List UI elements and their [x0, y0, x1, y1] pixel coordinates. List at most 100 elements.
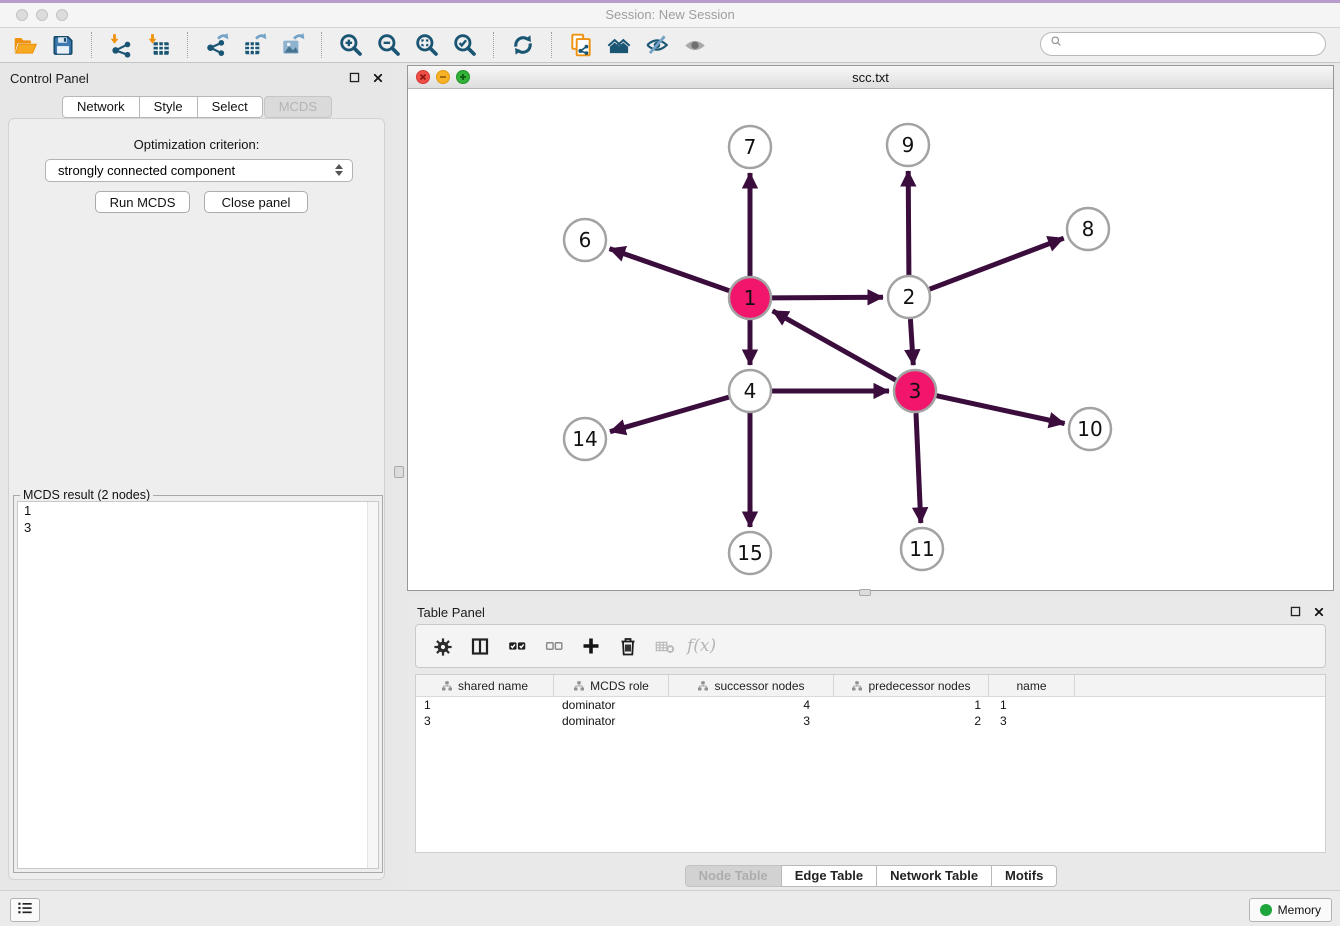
- mac-titlebar: Session: New Session: [0, 3, 1340, 28]
- run-mcds-button[interactable]: Run MCDS: [95, 191, 190, 213]
- hide-annotations-icon[interactable]: [638, 29, 676, 61]
- table-row[interactable]: 1dominator411: [416, 697, 1325, 713]
- close-panel-icon[interactable]: [370, 70, 385, 85]
- gear-icon[interactable]: [424, 629, 461, 663]
- node-1[interactable]: 1: [729, 277, 771, 319]
- table-cell[interactable]: 2: [834, 714, 989, 728]
- column-header-shared-name[interactable]: shared name: [416, 675, 554, 696]
- delete-row-icon[interactable]: [609, 629, 646, 663]
- select-all-icon[interactable]: [498, 629, 535, 663]
- node-10[interactable]: 10: [1069, 408, 1111, 450]
- tab-motifs[interactable]: Motifs: [991, 865, 1057, 887]
- export-network-icon[interactable]: [198, 29, 236, 61]
- search-input[interactable]: [1068, 34, 1325, 54]
- mcds-result-list[interactable]: 13: [17, 501, 379, 869]
- import-network-icon[interactable]: [102, 29, 140, 61]
- tab-edge-table[interactable]: Edge Table: [781, 865, 877, 887]
- edge-2-3[interactable]: [910, 319, 913, 365]
- task-history-button[interactable]: [10, 898, 40, 922]
- edge-1-6[interactable]: [610, 249, 730, 291]
- toolbar-separator: [493, 32, 495, 58]
- edge-4-14[interactable]: [610, 397, 729, 432]
- column-header-predecessor-nodes[interactable]: predecessor nodes: [834, 675, 989, 696]
- svg-text:11: 11: [909, 537, 934, 561]
- table-cell[interactable]: 3: [989, 714, 1075, 728]
- table-cell[interactable]: 1: [834, 698, 989, 712]
- node-11[interactable]: 11: [901, 528, 943, 570]
- svg-text:10: 10: [1077, 417, 1102, 441]
- export-image-icon[interactable]: [274, 29, 312, 61]
- edge-3-11[interactable]: [916, 413, 921, 523]
- mcds-panel: Optimization criterion: strongly connect…: [8, 118, 385, 880]
- tab-mcds[interactable]: MCDS: [264, 96, 332, 118]
- zoom-in-icon[interactable]: [332, 29, 370, 61]
- deselect-all-icon[interactable]: [535, 629, 572, 663]
- svg-text:9: 9: [902, 133, 915, 157]
- zoom-out-icon[interactable]: [370, 29, 408, 61]
- add-row-icon[interactable]: [572, 629, 609, 663]
- zoom-selected-icon[interactable]: [446, 29, 484, 61]
- columns-icon[interactable]: [461, 629, 498, 663]
- table-row[interactable]: 3dominator323: [416, 713, 1325, 729]
- show-graphics-icon[interactable]: [676, 29, 714, 61]
- svg-text:3: 3: [909, 379, 922, 403]
- edge-2-8[interactable]: [930, 238, 1064, 289]
- node-9[interactable]: 9: [887, 124, 929, 166]
- export-table-icon[interactable]: [236, 29, 274, 61]
- toolbar-separator: [321, 32, 323, 58]
- node-14[interactable]: 14: [564, 418, 606, 460]
- network-canvas[interactable]: 7 9 6 8 1 2 4 3 14 10 15 11: [408, 89, 1333, 590]
- tab-select[interactable]: Select: [197, 96, 263, 118]
- apply-layout-icon[interactable]: [504, 29, 542, 61]
- float-panel-icon[interactable]: [347, 70, 362, 85]
- clone-network-icon[interactable]: [562, 29, 600, 61]
- node-7[interactable]: 7: [729, 126, 771, 168]
- home-icon[interactable]: [600, 29, 638, 61]
- network-view-window: scc.txt 7 9 6 8 1 2 4 3 14 10 15 11: [407, 65, 1334, 591]
- edge-3-1[interactable]: [773, 311, 896, 380]
- criterion-dropdown[interactable]: strongly connected component: [45, 159, 353, 182]
- table-cell[interactable]: dominator: [554, 698, 669, 712]
- node-4[interactable]: 4: [729, 370, 771, 412]
- tab-node-table[interactable]: Node Table: [685, 865, 782, 887]
- node-6[interactable]: 6: [564, 219, 606, 261]
- node-15[interactable]: 15: [729, 532, 771, 574]
- float-table-panel-icon[interactable]: [1288, 604, 1303, 619]
- table-panel-title: Table Panel: [417, 605, 485, 620]
- column-header-name[interactable]: name: [989, 675, 1075, 696]
- table-cell[interactable]: 3: [669, 714, 834, 728]
- save-session-icon[interactable]: [44, 29, 82, 61]
- horizontal-splitter-handle[interactable]: [859, 589, 871, 596]
- close-table-panel-icon[interactable]: [1311, 604, 1326, 619]
- import-table-icon[interactable]: [140, 29, 178, 61]
- table-cell[interactable]: 4: [669, 698, 834, 712]
- zoom-fit-icon[interactable]: [408, 29, 446, 61]
- column-header-successor-nodes[interactable]: successor nodes: [669, 675, 834, 696]
- toolbar-separator: [187, 32, 189, 58]
- node-8[interactable]: 8: [1067, 208, 1109, 250]
- toolbar-separator: [551, 32, 553, 58]
- search-box[interactable]: [1040, 32, 1326, 56]
- close-panel-button[interactable]: Close panel: [204, 191, 308, 213]
- table-cell[interactable]: 3: [416, 714, 554, 728]
- memory-button[interactable]: Memory: [1249, 898, 1332, 922]
- status-bar: Memory: [0, 890, 1340, 926]
- control-panel-title: Control Panel: [10, 71, 89, 86]
- column-header-MCDS-role[interactable]: MCDS role: [554, 675, 669, 696]
- open-file-icon[interactable]: [6, 29, 44, 61]
- tab-network-table[interactable]: Network Table: [876, 865, 992, 887]
- node-2[interactable]: 2: [888, 276, 930, 318]
- tab-style[interactable]: Style: [139, 96, 198, 118]
- svg-text:1: 1: [744, 286, 757, 310]
- tab-network[interactable]: Network: [62, 96, 140, 118]
- node-3[interactable]: 3: [894, 370, 936, 412]
- table-cell[interactable]: 1: [416, 698, 554, 712]
- edge-2-9[interactable]: [908, 171, 909, 275]
- result-scrollbar[interactable]: [367, 502, 378, 868]
- edge-1-2[interactable]: [772, 297, 883, 298]
- network-window-titlebar[interactable]: scc.txt: [408, 66, 1333, 89]
- edge-3-10[interactable]: [937, 396, 1065, 424]
- vertical-splitter-handle[interactable]: [394, 466, 404, 478]
- table-cell[interactable]: dominator: [554, 714, 669, 728]
- table-cell[interactable]: 1: [989, 698, 1075, 712]
